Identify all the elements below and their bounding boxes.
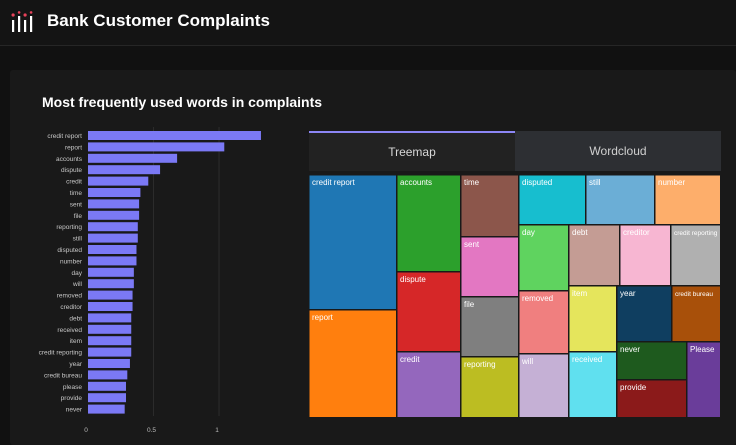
bar-label: still xyxy=(73,236,83,243)
bars-logo-icon xyxy=(11,11,33,32)
bar-file xyxy=(88,210,140,220)
treemap-tile-label: credit reporting xyxy=(674,230,718,237)
app-title: Bank Customer Complaints xyxy=(47,11,270,30)
treemap-tile-accounts[interactable] xyxy=(397,175,461,272)
bar-label: credit report xyxy=(47,133,82,140)
treemap-tile-dispute[interactable] xyxy=(397,272,461,352)
bar-credit-bureau xyxy=(88,370,128,380)
treemap-tile-label: removed xyxy=(522,294,553,303)
treemap-tile-label: dispute xyxy=(400,275,426,284)
bar-never xyxy=(88,404,125,414)
bar-label: reporting xyxy=(56,224,82,231)
treemap-tile-label: still xyxy=(589,178,601,187)
treemap-tile-label: item xyxy=(572,289,587,298)
bar-label: will xyxy=(72,281,83,288)
bar-label: sent xyxy=(70,201,82,208)
bar-provide xyxy=(88,393,126,403)
bar-label: dispute xyxy=(61,167,82,174)
bar-label: report xyxy=(65,144,82,151)
word-treemap: credit report report accounts dispute credit… xyxy=(309,175,720,418)
treemap-tile-label: debt xyxy=(572,228,588,237)
bar-label: provide xyxy=(61,395,83,402)
bar-credit xyxy=(88,176,149,186)
treemap-tile-label: sent xyxy=(464,240,480,249)
bar-label: number xyxy=(60,258,83,265)
treemap-tile-label: credit report xyxy=(312,178,355,187)
treemap-tile-label: report xyxy=(312,313,334,322)
bar-year xyxy=(88,359,130,368)
treemap-tile-credit-report[interactable] xyxy=(309,175,397,310)
bar-disputed xyxy=(88,245,137,254)
x-tick-label: 0.5 xyxy=(147,427,156,434)
treemap-tile-report[interactable] xyxy=(309,310,397,418)
bar-item xyxy=(88,336,132,346)
tab-wordcloud[interactable]: Wordcloud xyxy=(515,131,721,171)
chart-tabs: Treemap Wordcloud xyxy=(309,131,721,171)
bar-dispute xyxy=(88,165,161,175)
x-tick-label: 1 xyxy=(215,427,219,434)
bar-creditor xyxy=(88,302,133,311)
bar-will xyxy=(88,279,134,289)
bar-label: time xyxy=(70,190,83,197)
bar-received xyxy=(88,324,132,334)
bar-credit-report xyxy=(88,131,261,140)
bar-label: year xyxy=(69,361,82,368)
word-frequency-bar-chart: credit report report accounts dispute credit… xyxy=(39,127,261,434)
treemap-tile-label: provide xyxy=(620,383,647,392)
bar-label: day xyxy=(72,270,83,277)
bar-debt xyxy=(88,313,132,323)
bar-time xyxy=(88,188,141,197)
bar-label: creditor xyxy=(60,304,83,311)
bar-label: credit reporting xyxy=(39,350,83,357)
bar-accounts xyxy=(88,153,178,163)
bar-label: disputed xyxy=(57,247,82,254)
bar-still xyxy=(88,233,138,243)
treemap-tile-label: file xyxy=(464,300,475,309)
bar-label: accounts xyxy=(56,156,83,163)
bar-day xyxy=(88,267,134,277)
bar-label: item xyxy=(70,338,82,345)
treemap-tile-label: never xyxy=(620,345,640,354)
bar-please xyxy=(88,381,126,391)
bar-number xyxy=(88,256,137,266)
bar-reporting xyxy=(88,222,138,232)
treemap-tile-label: creditor xyxy=(623,228,650,237)
bar-sent xyxy=(88,199,140,209)
bar-label: never xyxy=(66,407,83,414)
treemap-tile-label: received xyxy=(572,355,602,364)
treemap-tile-label: disputed xyxy=(522,178,552,187)
treemap-tile-label: reporting xyxy=(464,360,496,369)
bar-label: credit bureau xyxy=(44,372,82,379)
bar-report xyxy=(88,142,225,152)
bar-removed xyxy=(88,290,133,300)
bar-credit-reporting xyxy=(88,347,132,357)
treemap-tile-label: credit xyxy=(400,355,420,364)
tab-treemap[interactable]: Treemap xyxy=(309,131,515,171)
treemap-tile-label: number xyxy=(658,178,685,187)
treemap-tile-label: will xyxy=(521,357,533,366)
bar-label: credit xyxy=(66,179,82,186)
treemap-tile-label: year xyxy=(620,289,636,298)
treemap-tile-label: credit bureau xyxy=(675,291,713,298)
treemap-tile-label: time xyxy=(464,178,480,187)
x-tick-label: 0 xyxy=(84,427,88,434)
bar-label: please xyxy=(63,384,83,391)
treemap-tile-label: accounts xyxy=(400,178,432,187)
section-title: Most frequently used words in complaints xyxy=(42,94,323,110)
bar-label: removed xyxy=(57,293,83,300)
top-bar: Bank Customer Complaints xyxy=(0,0,736,46)
bar-label: file xyxy=(74,213,83,220)
bar-label: received xyxy=(57,327,82,334)
bar-label: debt xyxy=(69,315,82,322)
treemap-tile-label: Please xyxy=(690,345,715,354)
treemap-tile-label: day xyxy=(522,228,535,237)
